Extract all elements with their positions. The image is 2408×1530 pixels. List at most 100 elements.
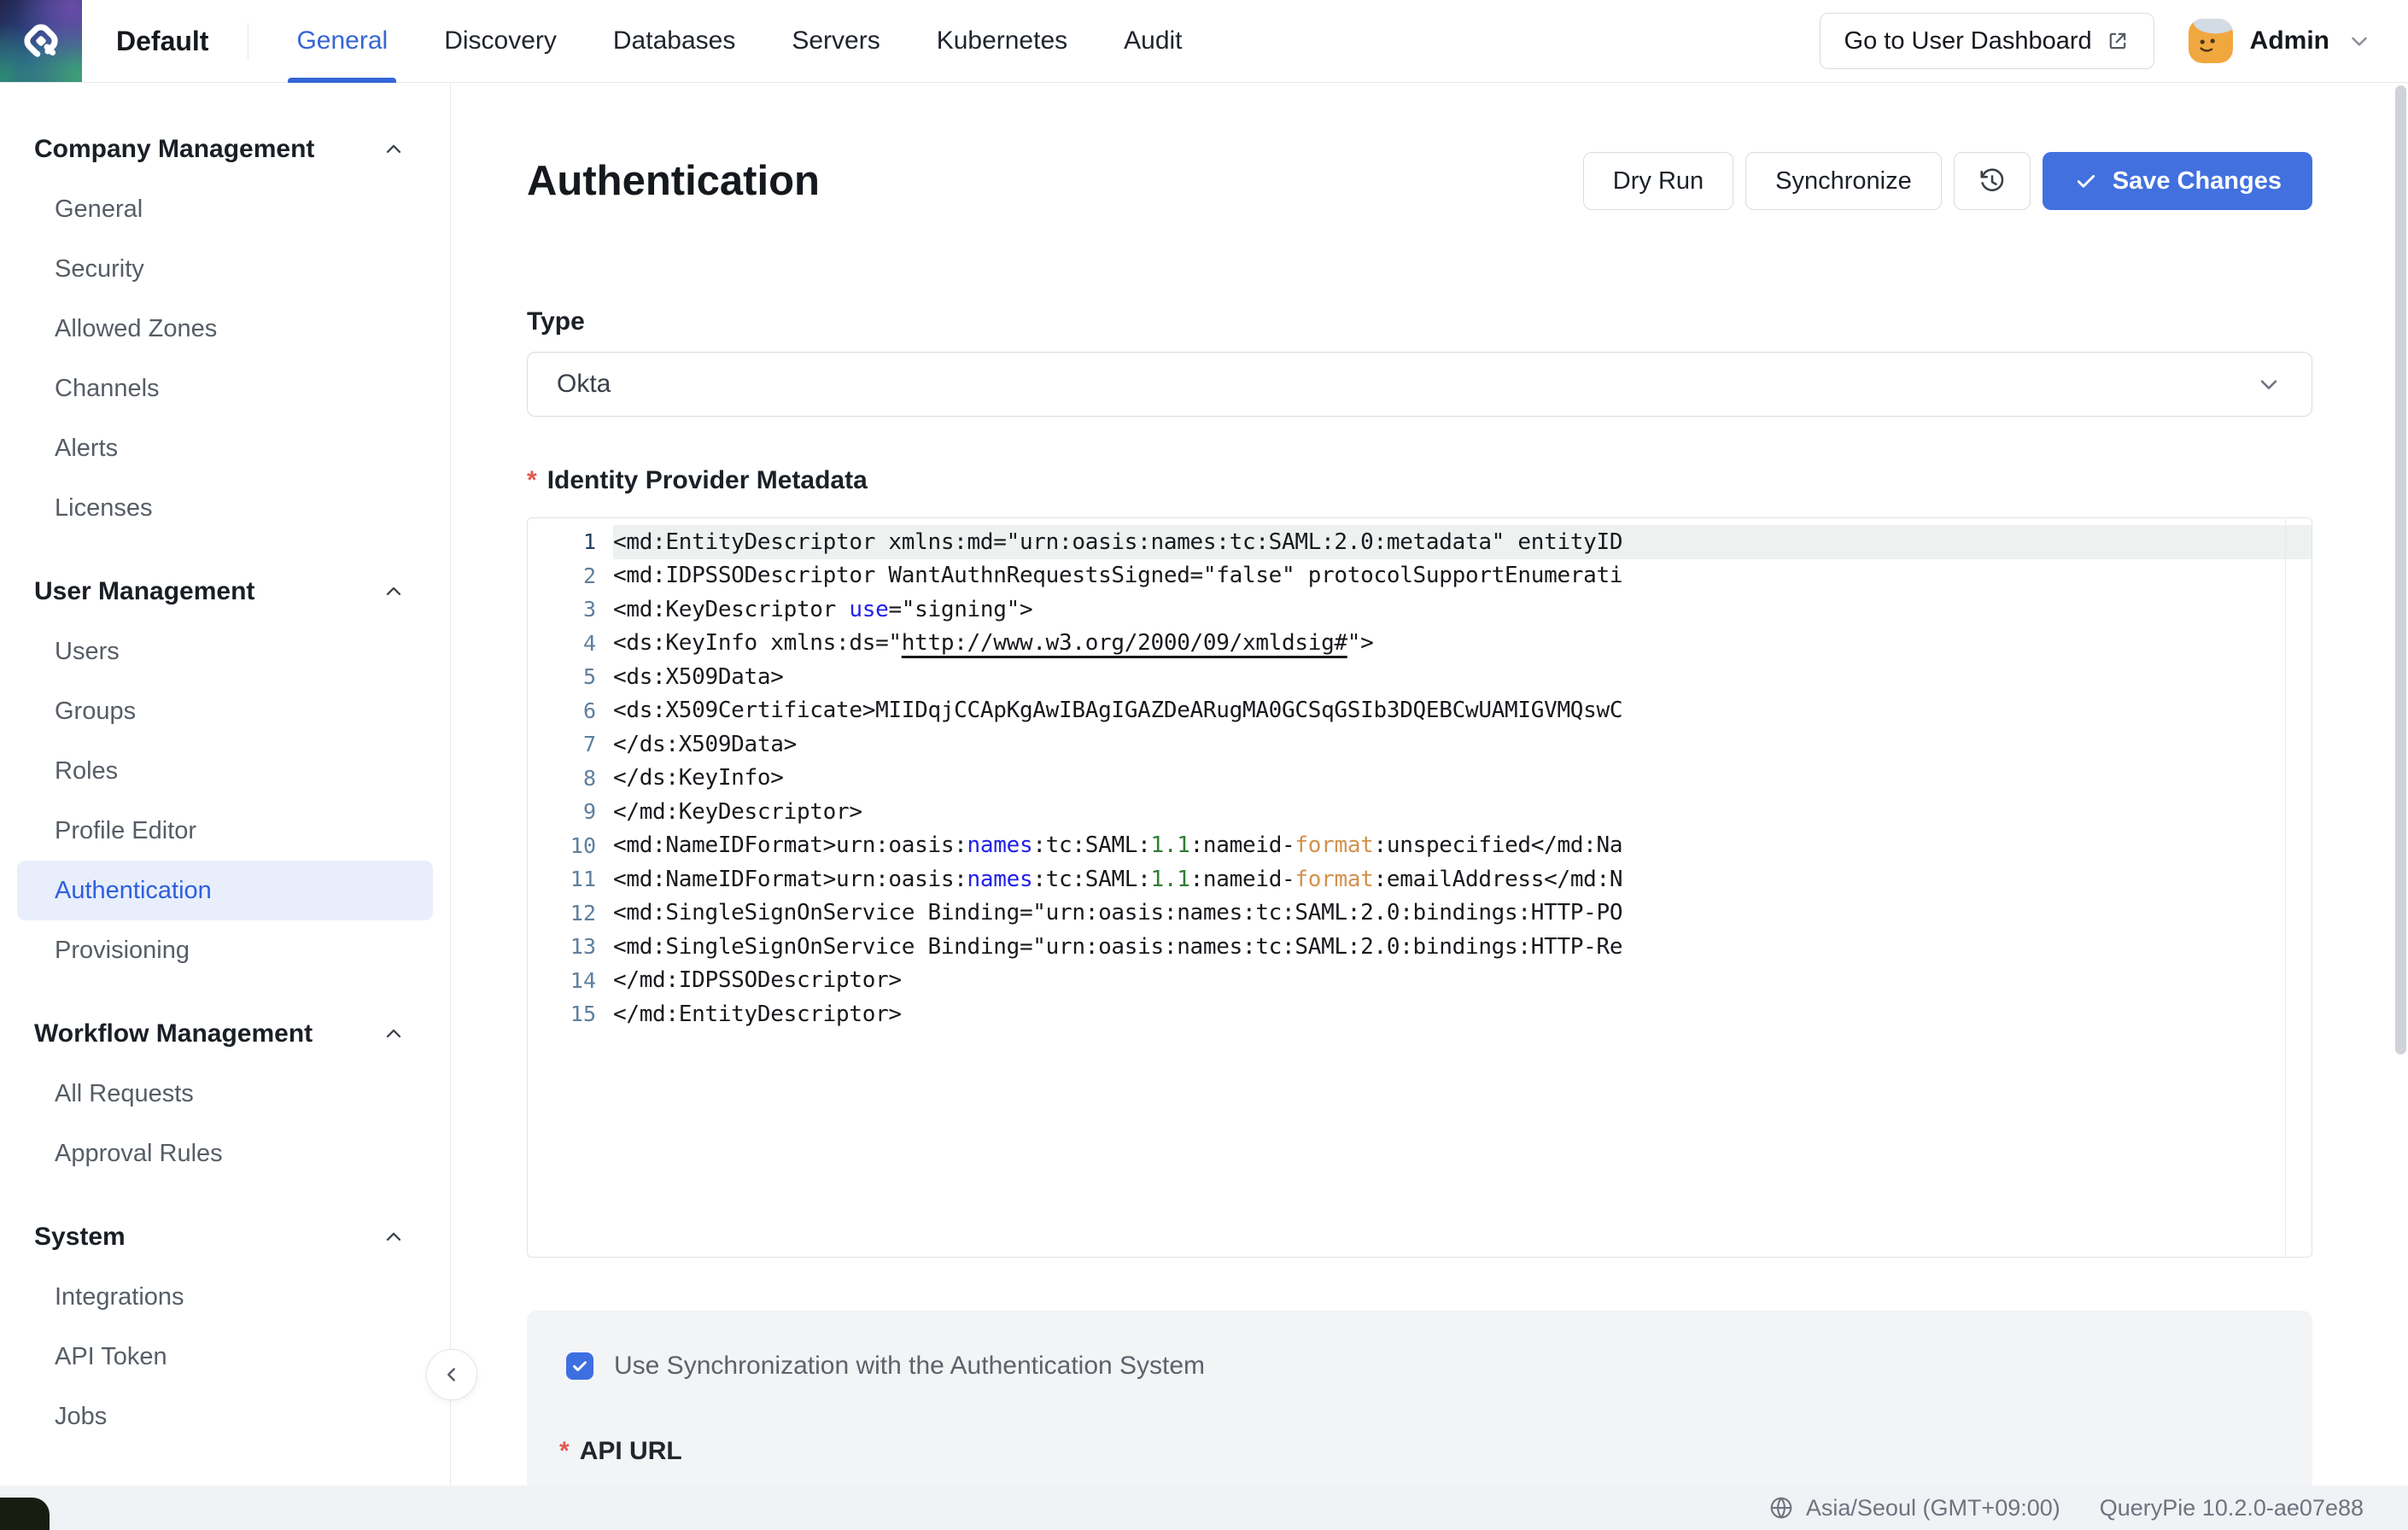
section-header-user-management[interactable]: User Management [0,572,450,611]
sidebar-item-allowed-zones[interactable]: Allowed Zones [17,299,433,359]
tab-label: Discovery [444,26,557,55]
metadata-label: * Identity Provider Metadata [527,466,2312,495]
section-header-system[interactable]: System [0,1218,450,1257]
dashboard-button-label: Go to User Dashboard [1844,27,2092,55]
type-select-value: Okta [557,370,611,399]
sidebar-item-alerts[interactable]: Alerts [17,418,433,478]
chevron-up-icon [382,1022,406,1046]
timezone-label: Asia/Seoul (GMT+09:00) [1806,1495,2060,1521]
tab-kubernetes[interactable]: Kubernetes [937,0,1067,82]
corner-widget[interactable] [0,1498,50,1530]
code-line-text: </md:EntityDescriptor> [613,997,2312,1031]
sidebar-item-provisioning[interactable]: Provisioning [17,920,433,980]
tab-general[interactable]: General [296,0,388,82]
tab-label: Audit [1124,26,1182,55]
line-number: 1 [528,529,613,554]
line-number: 15 [528,1002,613,1026]
code-line-text: </md:IDPSSODescriptor> [613,964,2312,998]
line-number: 7 [528,732,613,756]
tab-audit[interactable]: Audit [1124,0,1182,82]
code-line-text: <md:EntityDescriptor xmlns:md="urn:oasis… [613,525,2312,559]
sidebar-item-label: Licenses [55,494,152,523]
save-changes-label: Save Changes [2113,167,2282,196]
line-number: 11 [528,867,613,891]
tab-databases[interactable]: Databases [613,0,735,82]
code-line-14: 14</md:IDPSSODescriptor> [528,964,2312,998]
sidebar-collapse-button[interactable] [426,1349,477,1400]
code-line-text: <md:SingleSignOnService Binding="urn:oas… [613,896,2312,931]
code-line-9: 9</md:KeyDescriptor> [528,795,2312,829]
sidebar-item-channels[interactable]: Channels [17,359,433,418]
go-to-user-dashboard-button[interactable]: Go to User Dashboard [1820,13,2154,69]
sidebar-item-label: Roles [55,757,118,785]
workspace-name[interactable]: Default [116,26,208,57]
querypie-logo[interactable] [0,0,82,82]
history-button[interactable] [1954,152,2031,210]
version-label: QueryPie 10.2.0-ae07e88 [2100,1495,2364,1521]
tab-discovery[interactable]: Discovery [444,0,557,82]
sync-checkbox[interactable] [566,1352,593,1380]
sidebar-item-users[interactable]: Users [17,622,433,681]
code-line-text: <md:IDPSSODescriptor WantAuthnRequestsSi… [613,559,2312,593]
code-line-13: 13<md:SingleSignOnService Binding="urn:o… [528,930,2312,964]
type-select[interactable]: Okta [527,352,2312,417]
code-line-2: 2<md:IDPSSODescriptor WantAuthnRequestsS… [528,559,2312,593]
metadata-code-editor[interactable]: 1<md:EntityDescriptor xmlns:md="urn:oasi… [527,517,2312,1258]
tab-label: Kubernetes [937,26,1067,55]
code-line-4: 4<ds:KeyInfo xmlns:ds="http://www.w3.org… [528,627,2312,661]
sidebar-item-label: Integrations [55,1283,184,1311]
sidebar-item-api-token[interactable]: API Token [17,1327,433,1387]
sidebar-item-jobs[interactable]: Jobs [17,1387,433,1446]
sidebar-item-integrations[interactable]: Integrations [17,1267,433,1327]
dry-run-button[interactable]: Dry Run [1583,152,1733,210]
sidebar-item-profile-editor[interactable]: Profile Editor [17,801,433,861]
section-header-workflow-management[interactable]: Workflow Management [0,1014,450,1054]
sidebar-item-label: Profile Editor [55,817,196,845]
synchronize-button[interactable]: Synchronize [1745,152,1942,210]
line-number: 6 [528,698,613,723]
sidebar-section: System Integrations API TokenJobs [0,1218,450,1446]
history-icon [1977,166,2008,196]
code-line-3: 3<md:KeyDescriptor use="signing"> [528,593,2312,627]
section-title: Company Management [34,135,314,164]
sidebar-item-approval-rules[interactable]: Approval Rules [17,1124,433,1183]
top-nav-tabs: General Discovery Databases Servers Kubernet… [296,0,1182,82]
save-changes-button[interactable]: Save Changes [2043,152,2312,210]
tab-servers[interactable]: Servers [792,0,880,82]
chevron-up-icon [382,1225,406,1249]
line-number: 2 [528,564,613,588]
check-icon [2073,168,2099,194]
sidebar-item-label: Approval Rules [55,1140,223,1168]
sidebar-item-authentication[interactable]: Authentication [17,861,433,920]
code-line-7: 7</ds:X509Data> [528,727,2312,762]
avatar [2189,19,2233,63]
line-number: 14 [528,968,613,993]
sync-checkbox-label: Use Synchronization with the Authenticat… [614,1352,1205,1381]
page-actions: Dry Run Synchronize Save Changes [1583,152,2312,210]
sidebar-item-label: Users [55,638,120,666]
tab-label: General [296,26,388,55]
top-nav: Default General Discovery Databases Servers… [0,0,2408,83]
code-line-10: 10<md:NameIDFormat>urn:oasis:names:tc:SA… [528,829,2312,863]
metadata-label-text: Identity Provider Metadata [547,466,868,495]
code-line-text: <md:SingleSignOnService Binding="urn:oas… [613,930,2312,964]
querypie-logo-icon [19,19,63,63]
section-header-company-management[interactable]: Company Management [0,130,450,169]
timezone-status: Asia/Seoul (GMT+09:00) [1768,1495,2060,1521]
page-scrollbar[interactable] [2395,85,2406,1054]
sidebar-item-general[interactable]: General [17,179,433,239]
chevron-down-icon [2347,28,2372,54]
sidebar-item-all-requests[interactable]: All Requests [17,1064,433,1124]
line-number: 13 [528,934,613,959]
chevron-up-icon [382,137,406,161]
code-line-text: </ds:X509Data> [613,727,2312,762]
sidebar-item-licenses[interactable]: Licenses [17,478,433,538]
sidebar-item-groups[interactable]: Groups [17,681,433,741]
sidebar-item-security[interactable]: Security [17,239,433,299]
sidebar-item-roles[interactable]: Roles [17,741,433,801]
user-menu[interactable]: Admin [2189,19,2372,63]
required-asterisk: * [527,466,537,495]
code-line-12: 12<md:SingleSignOnService Binding="urn:o… [528,896,2312,931]
sidebar-item-label: Channels [55,375,160,403]
sidebar-item-label: Groups [55,698,136,726]
